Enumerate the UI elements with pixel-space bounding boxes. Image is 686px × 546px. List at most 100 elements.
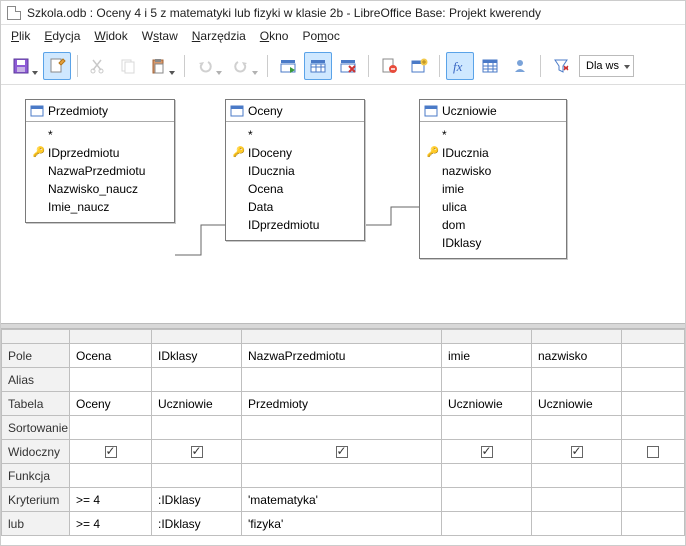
- key-icon: 🔑: [34, 144, 44, 162]
- field-item[interactable]: IDprzedmiotu: [234, 216, 358, 234]
- cell-visible[interactable]: [70, 440, 152, 464]
- corner-cell[interactable]: [2, 330, 70, 344]
- field-item[interactable]: dom: [428, 216, 560, 234]
- row-label-table[interactable]: Tabela: [2, 392, 70, 416]
- table-title: Oceny: [248, 104, 283, 118]
- row-label-sort[interactable]: Sortowanie: [2, 416, 70, 440]
- cut-button[interactable]: [84, 52, 112, 80]
- cell-visible[interactable]: [532, 440, 622, 464]
- menu-window[interactable]: Okno: [260, 29, 289, 43]
- design-view-button[interactable]: [304, 52, 332, 80]
- col-header[interactable]: [622, 330, 685, 344]
- cell-criterion[interactable]: [442, 488, 532, 512]
- menu-insert[interactable]: Wstaw: [142, 29, 178, 43]
- field-item[interactable]: nazwisko: [428, 162, 560, 180]
- add-table-button[interactable]: [405, 52, 433, 80]
- col-header[interactable]: [152, 330, 242, 344]
- cell-field[interactable]: [622, 344, 685, 368]
- run-query-button[interactable]: [274, 52, 302, 80]
- paste-button[interactable]: [144, 52, 178, 80]
- field-item[interactable]: Imie_naucz: [34, 198, 168, 216]
- cell-criterion[interactable]: 'matematyka': [242, 488, 442, 512]
- limit-dropdown[interactable]: Dla ws: [579, 55, 634, 77]
- field-item[interactable]: imie: [428, 180, 560, 198]
- cell-visible[interactable]: [622, 440, 685, 464]
- col-header[interactable]: [242, 330, 442, 344]
- field-item[interactable]: IDklasy: [428, 234, 560, 252]
- field-star[interactable]: *: [34, 126, 168, 144]
- row-label-criterion[interactable]: Kryterium: [2, 488, 70, 512]
- menu-help[interactable]: Pomoc: [302, 29, 339, 43]
- field-item[interactable]: Data: [234, 198, 358, 216]
- checkbox-icon[interactable]: [105, 446, 117, 458]
- row-label-or[interactable]: lub: [2, 512, 70, 536]
- copy-button[interactable]: [114, 52, 142, 80]
- cell-visible[interactable]: [442, 440, 532, 464]
- field-item[interactable]: Nazwisko_naucz: [34, 180, 168, 198]
- table-header[interactable]: Oceny: [226, 100, 364, 122]
- cell-or[interactable]: 'fizyka': [242, 512, 442, 536]
- field-item[interactable]: 🔑IDoceny: [234, 144, 358, 162]
- table-header[interactable]: Przedmioty: [26, 100, 174, 122]
- cell-alias[interactable]: [70, 368, 152, 392]
- cell-field[interactable]: IDklasy: [152, 344, 242, 368]
- redo-button[interactable]: [227, 52, 261, 80]
- field-star[interactable]: *: [428, 126, 560, 144]
- cell-field[interactable]: imie: [442, 344, 532, 368]
- menu-tools[interactable]: Narzędzia: [192, 29, 246, 43]
- field-item[interactable]: 🔑IDucznia: [428, 144, 560, 162]
- row-label-field[interactable]: Pole: [2, 344, 70, 368]
- cell-criterion[interactable]: >= 4: [70, 488, 152, 512]
- field-item[interactable]: IDucznia: [234, 162, 358, 180]
- cell-table[interactable]: Uczniowie: [532, 392, 622, 416]
- cell-field[interactable]: Ocena: [70, 344, 152, 368]
- field-star[interactable]: *: [234, 126, 358, 144]
- criteria-table[interactable]: Pole Ocena IDklasy NazwaPrzedmiotu imie …: [1, 329, 685, 536]
- cell-or[interactable]: [442, 512, 532, 536]
- table-uczniowie[interactable]: Uczniowie * 🔑IDucznia nazwisko imie ulic…: [419, 99, 567, 259]
- cell-visible[interactable]: [152, 440, 242, 464]
- cell-criterion[interactable]: [532, 488, 622, 512]
- relations-canvas[interactable]: Przedmioty * 🔑IDprzedmiotu NazwaPrzedmio…: [1, 85, 685, 323]
- cell-table[interactable]: Uczniowie: [152, 392, 242, 416]
- distinct-values-button[interactable]: [547, 52, 575, 80]
- cell-field[interactable]: nazwisko: [532, 344, 622, 368]
- row-label-alias[interactable]: Alias: [2, 368, 70, 392]
- field-item[interactable]: NazwaPrzedmiotu: [34, 162, 168, 180]
- undo-button[interactable]: [191, 52, 225, 80]
- table-names-button[interactable]: [476, 52, 504, 80]
- field-item[interactable]: 🔑IDprzedmiotu: [34, 144, 168, 162]
- alias-button[interactable]: [506, 52, 534, 80]
- cell-or[interactable]: [532, 512, 622, 536]
- checkbox-icon[interactable]: [191, 446, 203, 458]
- clear-query-button[interactable]: [334, 52, 362, 80]
- col-header[interactable]: [442, 330, 532, 344]
- save-button[interactable]: [7, 52, 41, 80]
- menu-view[interactable]: Widok: [94, 29, 127, 43]
- cell-table[interactable]: Uczniowie: [442, 392, 532, 416]
- field-item[interactable]: Ocena: [234, 180, 358, 198]
- cell-table[interactable]: Przedmioty: [242, 392, 442, 416]
- edit-mode-button[interactable]: [43, 52, 71, 80]
- row-label-function[interactable]: Funkcja: [2, 464, 70, 488]
- cell-or[interactable]: >= 4: [70, 512, 152, 536]
- table-header[interactable]: Uczniowie: [420, 100, 566, 122]
- col-header[interactable]: [532, 330, 622, 344]
- cell-visible[interactable]: [242, 440, 442, 464]
- delete-button[interactable]: [375, 52, 403, 80]
- cell-table[interactable]: Oceny: [70, 392, 152, 416]
- cell-criterion[interactable]: :IDklasy: [152, 488, 242, 512]
- table-przedmioty[interactable]: Przedmioty * 🔑IDprzedmiotu NazwaPrzedmio…: [25, 99, 175, 223]
- checkbox-icon[interactable]: [647, 446, 659, 458]
- checkbox-icon[interactable]: [571, 446, 583, 458]
- checkbox-icon[interactable]: [481, 446, 493, 458]
- cell-field[interactable]: NazwaPrzedmiotu: [242, 344, 442, 368]
- field-item[interactable]: ulica: [428, 198, 560, 216]
- menu-file[interactable]: Plik: [11, 29, 30, 43]
- cell-or[interactable]: :IDklasy: [152, 512, 242, 536]
- menu-edit[interactable]: Edycja: [44, 29, 80, 43]
- col-header[interactable]: [70, 330, 152, 344]
- table-oceny[interactable]: Oceny * 🔑IDoceny IDucznia Ocena Data IDp…: [225, 99, 365, 241]
- functions-button[interactable]: fx: [446, 52, 474, 80]
- row-label-visible[interactable]: Widoczny: [2, 440, 70, 464]
